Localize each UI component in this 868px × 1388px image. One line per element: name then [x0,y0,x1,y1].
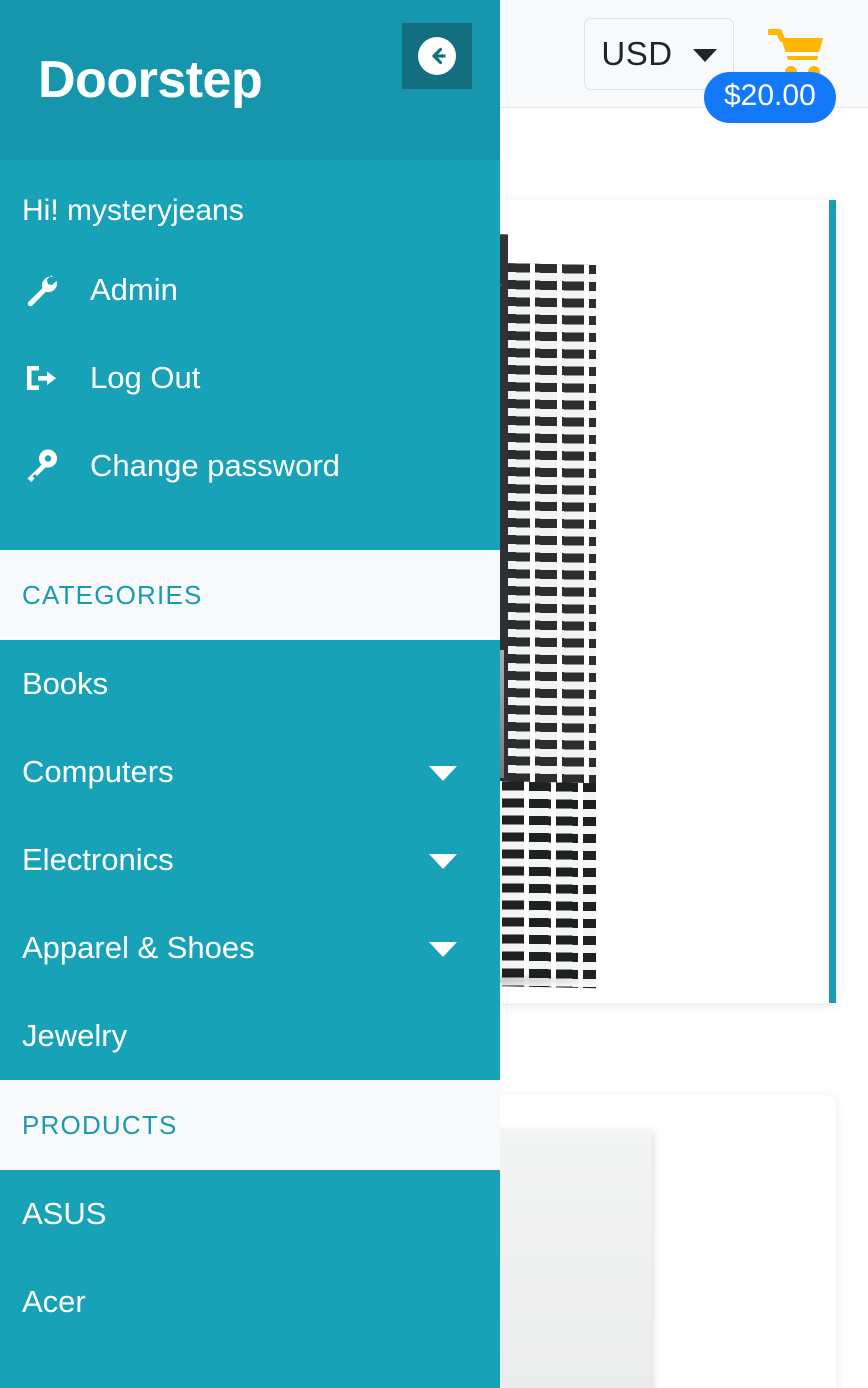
sidebar-section-categories: CATEGORIES [0,550,500,640]
products-heading: PRODUCTS [22,1109,178,1140]
arrow-left-circle-icon [418,37,456,75]
categories-heading: CATEGORIES [22,579,203,610]
cart-button[interactable]: $20.00 [704,18,836,123]
sidebar-drawer: Doorstep Hi! mysteryjeans Admin Log Out … [0,0,500,1388]
product-label: Acer [22,1284,86,1319]
sidebar-item-books[interactable]: Books [0,640,500,728]
app-screen: USD $20.00 Doorstep Hi! mysteryjeans Adm… [0,0,868,1388]
sidebar-item-label: Change password [90,448,340,483]
sidebar-item-acer[interactable]: Acer [0,1258,500,1346]
logout-icon [22,359,78,397]
sidebar-item-change-password[interactable]: Change password [0,422,500,510]
caret-down-icon[interactable] [429,766,457,781]
sidebar-greeting: Hi! mysteryjeans [22,194,244,227]
sidebar-categories-list: Books Computers Electronics Apparel & Sh… [0,640,500,1080]
category-label: Computers [22,754,174,789]
sidebar-user-block: Hi! mysteryjeans Admin Log Out Change pa… [0,160,500,550]
key-icon [22,447,78,485]
drawer-close-button[interactable] [402,23,472,89]
category-label: Electronics [22,842,174,877]
sidebar-item-label: Admin [90,272,178,307]
sidebar-item-jewelry[interactable]: Jewelry [0,992,500,1080]
wrench-icon [22,271,78,309]
category-label: Jewelry [22,1018,128,1053]
sidebar-item-asus[interactable]: ASUS [0,1170,500,1258]
caret-down-icon[interactable] [429,942,457,957]
sidebar-item-electronics[interactable]: Electronics [0,816,500,904]
brand-title: Doorstep [38,51,263,109]
category-label: Apparel & Shoes [22,930,255,965]
currency-value: USD [601,35,673,72]
sidebar-header: Doorstep [0,0,500,160]
sidebar-item-computers[interactable]: Computers [0,728,500,816]
sidebar-item-label: Log Out [90,360,201,395]
category-label: Books [22,666,109,701]
cart-total-badge: $20.00 [704,71,836,123]
sidebar-section-products: PRODUCTS [0,1080,500,1170]
sidebar-item-apparel-shoes[interactable]: Apparel & Shoes [0,904,500,992]
caret-down-icon[interactable] [429,854,457,869]
product-label: ASUS [22,1196,107,1231]
sidebar-item-admin[interactable]: Admin [0,246,500,334]
chevron-down-icon [692,48,717,62]
sidebar-products-list: ASUS Acer [0,1170,500,1346]
sidebar-item-logout[interactable]: Log Out [0,334,500,422]
